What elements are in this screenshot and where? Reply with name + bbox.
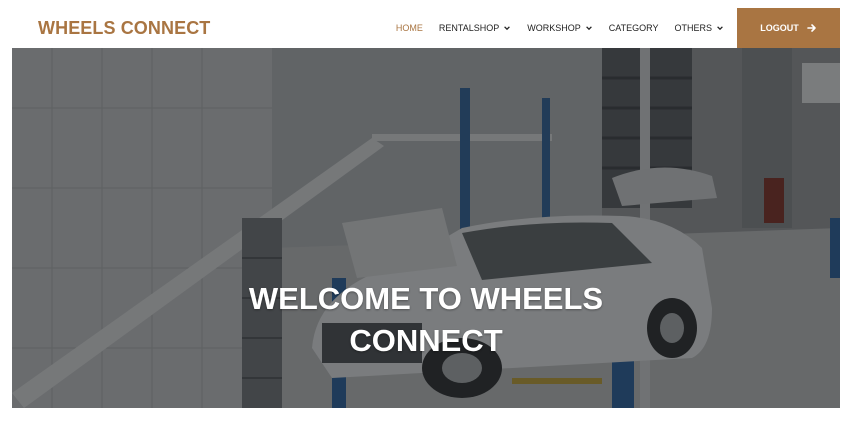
logout-label: LOGOUT	[760, 23, 799, 33]
nav-item-category[interactable]: CATEGORY	[609, 23, 659, 33]
nav-item-rentalshop[interactable]: RENTALSHOP	[439, 23, 511, 33]
main-menu: HOME RENTALSHOP WORKSHOP CATEGORY OTHERS	[396, 8, 724, 48]
hero-title-line-1: WELCOME TO WHEELS	[248, 281, 604, 316]
nav-item-home[interactable]: HOME	[396, 23, 423, 33]
brand-logo-text[interactable]: WHEELS CONNECT	[38, 18, 210, 39]
hero-title: WELCOME TO WHEELS CONNECT	[12, 278, 840, 362]
nav-item-workshop-label: WORKSHOP	[527, 23, 581, 33]
nav-item-others[interactable]: OTHERS	[674, 23, 724, 33]
arrow-right-icon	[806, 24, 816, 32]
hero-title-line-2: CONNECT	[349, 323, 503, 358]
chevron-down-icon	[717, 26, 723, 31]
nav-item-rentalshop-label: RENTALSHOP	[438, 23, 500, 33]
chevron-down-icon	[504, 26, 511, 31]
logout-button[interactable]: LOGOUT	[737, 8, 840, 48]
top-navbar: WHEELS CONNECT HOME RENTALSHOP WORKSHOP …	[12, 8, 840, 48]
chevron-down-icon	[585, 26, 592, 31]
nav-item-workshop[interactable]: WORKSHOP	[527, 23, 593, 33]
hero-banner: WELCOME TO WHEELS CONNECT	[12, 48, 840, 408]
nav-item-home-label: HOME	[395, 23, 423, 33]
nav-item-others-label: OTHERS	[674, 23, 712, 33]
nav-item-category-label: CATEGORY	[608, 23, 659, 33]
